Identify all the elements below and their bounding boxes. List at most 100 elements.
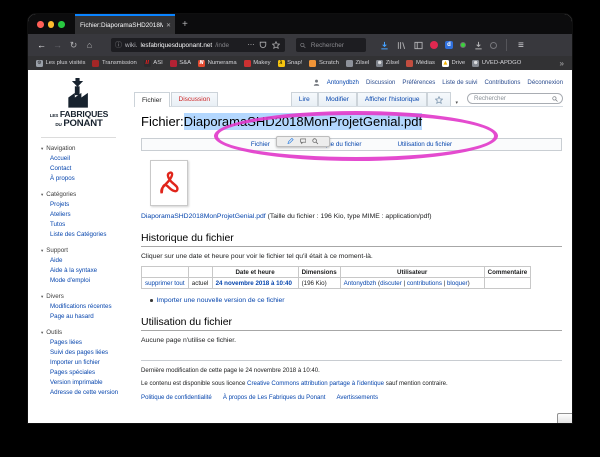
user-link[interactable]: Antonydbzh bbox=[344, 280, 377, 287]
revision-date-link[interactable]: 24 novembre 2018 à 10:40 bbox=[216, 280, 292, 287]
sidebar-link-importer-fichier[interactable]: Importer un fichier bbox=[50, 358, 126, 368]
sidebar-link-liste-categories[interactable]: Liste des Catégories bbox=[50, 230, 126, 240]
tab-historique[interactable]: Afficher l'historique bbox=[357, 92, 428, 106]
browser-search-bar[interactable] bbox=[296, 38, 366, 52]
bookmark-sa[interactable]: S&A bbox=[170, 60, 191, 67]
section-heading[interactable]: ▾Support bbox=[41, 247, 126, 254]
adblock-extension-icon[interactable] bbox=[430, 41, 438, 49]
tab-close-icon[interactable]: ✕ bbox=[166, 22, 171, 29]
section-heading[interactable]: ▾Navigation bbox=[41, 145, 126, 152]
pencil-icon[interactable] bbox=[287, 138, 294, 145]
bookmarks-bar: ⚙Les plus visités Transmission IIASI S&A… bbox=[28, 56, 572, 70]
header-blank bbox=[142, 267, 189, 278]
pocket-icon[interactable] bbox=[258, 40, 268, 50]
browser-tab[interactable]: Fichier:DiaporamaSHD2018MonPro ✕ bbox=[75, 14, 175, 34]
tab-fichier[interactable]: Fichier bbox=[134, 92, 170, 107]
hamburger-menu-icon[interactable]: ≡ bbox=[518, 40, 524, 51]
d-extension-icon[interactable]: d bbox=[445, 41, 453, 49]
sidebar-link-pages-liees[interactable]: Pages liées bbox=[50, 338, 126, 348]
discuter-link[interactable]: discuter bbox=[380, 280, 402, 287]
sidebar-link-accueil[interactable]: Accueil bbox=[50, 154, 126, 164]
bookmark-most-visited[interactable]: ⚙Les plus visités bbox=[36, 60, 85, 67]
tab-lire[interactable]: Lire bbox=[291, 92, 318, 106]
sidebar-link-pages-speciales[interactable]: Pages spéciales bbox=[50, 368, 126, 378]
sidebar-link-projets[interactable]: Projets bbox=[50, 200, 126, 210]
wiki-search-input[interactable] bbox=[472, 94, 552, 103]
bookmark-zilsel-2[interactable]: ⊕Zilsel bbox=[376, 60, 399, 67]
forward-button[interactable]: → bbox=[51, 41, 64, 50]
bookmark-zilsel-1[interactable]: Zilsel bbox=[346, 60, 369, 67]
personal-logout-link[interactable]: Déconnexion bbox=[527, 79, 563, 86]
sidebar-link-contact[interactable]: Contact bbox=[50, 164, 126, 174]
bookmark-asi[interactable]: IIASI bbox=[144, 60, 163, 67]
reload-button[interactable]: ↻ bbox=[67, 41, 80, 50]
speech-bubble-icon[interactable] bbox=[300, 138, 307, 145]
personal-contributions-link[interactable]: Contributions bbox=[485, 79, 521, 86]
bookmark-drive[interactable]: ▲Drive bbox=[442, 60, 465, 67]
watch-star-icon[interactable] bbox=[427, 92, 451, 106]
about-link[interactable]: À propos de Les Fabriques du Ponant bbox=[223, 394, 326, 401]
bookmark-scratch[interactable]: Scratch bbox=[309, 60, 338, 67]
sidebar-link-aide-syntaxe[interactable]: Aide à la syntaxe bbox=[50, 266, 126, 276]
file-download-link[interactable]: DiaporamaSHD2018MonProjetGenial.pdf bbox=[141, 213, 266, 220]
back-button[interactable]: ← bbox=[35, 41, 48, 50]
wiki-search-box[interactable] bbox=[467, 93, 563, 104]
toc-link-utilisation[interactable]: Utilisation du fichier bbox=[397, 141, 452, 148]
section-heading[interactable]: ▾Outils bbox=[41, 329, 126, 336]
bookmark-snap[interactable]: λSnap! bbox=[278, 60, 303, 67]
contributions-link[interactable]: contributions bbox=[407, 280, 442, 287]
sidebar-link-adresse-version[interactable]: Adresse de cette version bbox=[50, 388, 120, 398]
section-heading[interactable]: ▾Catégories bbox=[41, 191, 126, 198]
sidebar-link-a-propos[interactable]: À propos bbox=[50, 174, 126, 184]
sidebar-link-modifications-recentes[interactable]: Modifications récentes bbox=[50, 302, 126, 312]
bookmark-uved[interactable]: ⊕UVED-APDGO bbox=[472, 60, 521, 67]
sidebar-link-page-au-hasard[interactable]: Page au hasard bbox=[50, 312, 126, 322]
site-info-icon[interactable]: ⓘ bbox=[115, 40, 122, 50]
disclaimer-link[interactable]: Avertissements bbox=[336, 394, 378, 401]
browser-search-input[interactable] bbox=[309, 41, 362, 50]
delete-all-link[interactable]: supprimer tout bbox=[145, 280, 185, 287]
bookmark-star-icon[interactable] bbox=[271, 40, 281, 50]
site-logo[interactable]: LES FABRIQUES DU PONANT bbox=[41, 78, 117, 129]
home-button[interactable]: ⌂ bbox=[83, 41, 96, 50]
bookmark-medias[interactable]: Médias bbox=[406, 60, 435, 67]
privacy-link[interactable]: Politique de confidentialité bbox=[141, 394, 212, 401]
green-extension-icon[interactable] bbox=[460, 42, 466, 48]
personal-discussion-link[interactable]: Discussion bbox=[366, 79, 395, 86]
minimize-window-button[interactable] bbox=[48, 21, 55, 28]
license-link[interactable]: Creative Commons attribution partage à l… bbox=[247, 380, 384, 387]
sidebar-link-suivi-pages-liees[interactable]: Suivi des pages liées bbox=[50, 348, 126, 358]
magnifier-icon[interactable] bbox=[312, 138, 319, 145]
new-tab-button[interactable]: + bbox=[175, 14, 195, 34]
library-icon[interactable] bbox=[396, 40, 406, 50]
sidebar-link-tutos[interactable]: Tutos bbox=[50, 220, 126, 230]
bookmark-numerama[interactable]: NNumerama bbox=[198, 60, 237, 67]
close-window-button[interactable] bbox=[37, 21, 44, 28]
sidebar-link-aide[interactable]: Aide bbox=[50, 256, 126, 266]
tab-modifier[interactable]: Modifier bbox=[318, 92, 357, 106]
sidebar-toggle-icon[interactable] bbox=[413, 40, 423, 50]
sidebar-link-ateliers[interactable]: Ateliers bbox=[50, 210, 126, 220]
personal-preferences-link[interactable]: Préférences bbox=[402, 79, 435, 86]
section-heading[interactable]: ▾Divers bbox=[41, 293, 126, 300]
bookmarks-overflow-chevron[interactable]: » bbox=[560, 59, 564, 68]
url-bar[interactable]: ⓘ wiki.lesfabriquesduponant.net/inde ⋯ bbox=[111, 38, 285, 52]
bloquer-link[interactable]: bloquer bbox=[447, 280, 468, 287]
upload-new-version-link[interactable]: Importer une nouvelle version de ce fich… bbox=[157, 297, 285, 304]
personal-watchlist-link[interactable]: Liste de suivi bbox=[442, 79, 477, 86]
sidebar-link-version-imprimable[interactable]: Version imprimable bbox=[50, 378, 126, 388]
save-download-icon[interactable] bbox=[473, 40, 483, 50]
sidebar-link-mode-emploi[interactable]: Mode d'emploi bbox=[50, 276, 126, 286]
personal-user-link[interactable]: Antonydbzh bbox=[327, 79, 359, 86]
pdf-thumbnail[interactable] bbox=[150, 160, 188, 206]
more-actions-caret-icon[interactable]: ▾ bbox=[451, 100, 462, 106]
tab-discussion[interactable]: Discussion bbox=[171, 92, 218, 106]
bookmark-makey[interactable]: Makey bbox=[244, 60, 271, 67]
account-icon[interactable] bbox=[490, 42, 497, 49]
cc-license-badge[interactable] bbox=[557, 413, 572, 423]
toc-link-fichier[interactable]: Fichier bbox=[251, 141, 270, 148]
page-actions-icon[interactable]: ⋯ bbox=[248, 41, 256, 49]
zoom-window-button[interactable] bbox=[58, 21, 65, 28]
downloads-icon[interactable] bbox=[379, 40, 389, 50]
bookmark-transmission[interactable]: Transmission bbox=[92, 60, 136, 67]
